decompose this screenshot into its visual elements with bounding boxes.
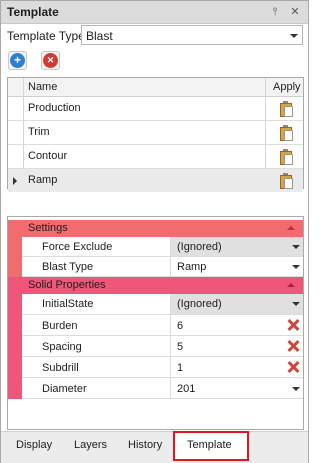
chevron-down-icon: [292, 245, 300, 249]
property-row[interactable]: Blast Type Ramp: [22, 257, 303, 277]
panel-titlebar: Template ⫯ ✕: [1, 1, 308, 24]
property-label: Burden: [42, 320, 78, 332]
category-gutter: [8, 294, 22, 399]
template-name: Contour: [28, 150, 68, 162]
property-value: (Ignored): [177, 241, 222, 253]
table-row-selected[interactable]: Ramp: [8, 169, 303, 192]
clear-icon[interactable]: [287, 319, 299, 331]
clipboard-icon[interactable]: [280, 173, 293, 189]
pin-icon[interactable]: ⫯: [267, 4, 283, 20]
category-solid-label: Solid Properties: [28, 279, 106, 291]
category-settings[interactable]: Settings: [8, 220, 303, 237]
close-icon[interactable]: ✕: [287, 4, 303, 20]
column-header-name[interactable]: Name: [28, 81, 57, 93]
initial-state-dropdown[interactable]: (Ignored): [170, 294, 303, 314]
remove-icon: ✕: [43, 53, 58, 68]
chevron-down-icon: [292, 387, 300, 391]
diameter-dropdown[interactable]: 201: [170, 378, 303, 398]
tab-template-label: Template: [187, 439, 232, 451]
chevron-down-icon: [290, 34, 298, 38]
category-settings-label: Settings: [28, 222, 68, 234]
tab-display[interactable]: Display: [16, 439, 52, 451]
row-indicator-icon: [13, 177, 17, 185]
property-grid: Settings Force Exclude (Ignored) Blast T…: [7, 216, 304, 430]
property-value: 1: [177, 362, 184, 374]
plus-icon: +: [10, 53, 25, 68]
property-label: Blast Type: [42, 261, 94, 273]
clipboard-icon[interactable]: [280, 149, 293, 165]
chevron-down-icon: [292, 265, 300, 269]
template-grid: Name Apply Production Trim Contour Ramp: [7, 77, 304, 192]
property-label: Force Exclude: [42, 241, 113, 253]
add-template-button[interactable]: +: [8, 51, 27, 70]
clipboard-icon[interactable]: [280, 125, 293, 141]
category-gutter: [8, 237, 22, 277]
chevron-down-icon: [292, 302, 300, 306]
property-label: Spacing: [42, 341, 82, 353]
property-row[interactable]: Diameter 201: [22, 378, 303, 399]
property-label: InitialState: [42, 298, 94, 310]
template-name: Production: [28, 102, 81, 114]
property-value: (Ignored): [177, 298, 222, 310]
template-type-dropdown[interactable]: Blast: [81, 25, 303, 45]
template-type-value: Blast: [86, 29, 113, 43]
table-row[interactable]: Trim: [8, 121, 303, 145]
clear-icon[interactable]: [287, 361, 299, 373]
clear-icon[interactable]: [287, 340, 299, 352]
template-name: Ramp: [28, 174, 58, 186]
subdrill-input[interactable]: 1: [170, 357, 303, 377]
spacing-input[interactable]: 5: [170, 336, 303, 356]
property-row[interactable]: Spacing 5: [22, 336, 303, 357]
property-value: 5: [177, 341, 184, 353]
table-row[interactable]: Production: [8, 97, 303, 121]
property-row[interactable]: Force Exclude (Ignored): [22, 237, 303, 257]
tab-history[interactable]: History: [128, 439, 162, 451]
property-value: 6: [177, 320, 184, 332]
column-header-apply[interactable]: Apply: [273, 81, 301, 93]
force-exclude-dropdown[interactable]: (Ignored): [170, 237, 303, 256]
clipboard-icon[interactable]: [280, 101, 293, 117]
bottom-tab-bar: Display Layers History Template: [1, 431, 308, 463]
table-row[interactable]: Contour: [8, 145, 303, 169]
category-solid-properties[interactable]: Solid Properties: [8, 277, 303, 294]
template-panel: Template ⫯ ✕ Template Type Blast + ✕ Nam…: [0, 0, 309, 463]
remove-template-button[interactable]: ✕: [41, 51, 60, 70]
template-type-label: Template Type: [7, 29, 85, 43]
blast-type-dropdown[interactable]: Ramp: [170, 257, 303, 276]
property-row[interactable]: InitialState (Ignored): [22, 294, 303, 315]
property-label: Diameter: [42, 383, 87, 395]
chevron-up-icon[interactable]: [287, 283, 295, 287]
tab-template[interactable]: Template: [173, 431, 249, 461]
property-row[interactable]: Subdrill 1: [22, 357, 303, 378]
property-value: 201: [177, 383, 196, 395]
template-name: Trim: [28, 126, 50, 138]
burden-input[interactable]: 6: [170, 315, 303, 335]
panel-title: Template: [7, 5, 59, 19]
property-value: Ramp: [177, 261, 207, 273]
tab-layers[interactable]: Layers: [74, 439, 107, 451]
property-label: Subdrill: [42, 362, 79, 374]
property-row[interactable]: Burden 6: [22, 315, 303, 336]
chevron-up-icon[interactable]: [287, 226, 295, 230]
grid-header: Name Apply: [8, 78, 303, 97]
